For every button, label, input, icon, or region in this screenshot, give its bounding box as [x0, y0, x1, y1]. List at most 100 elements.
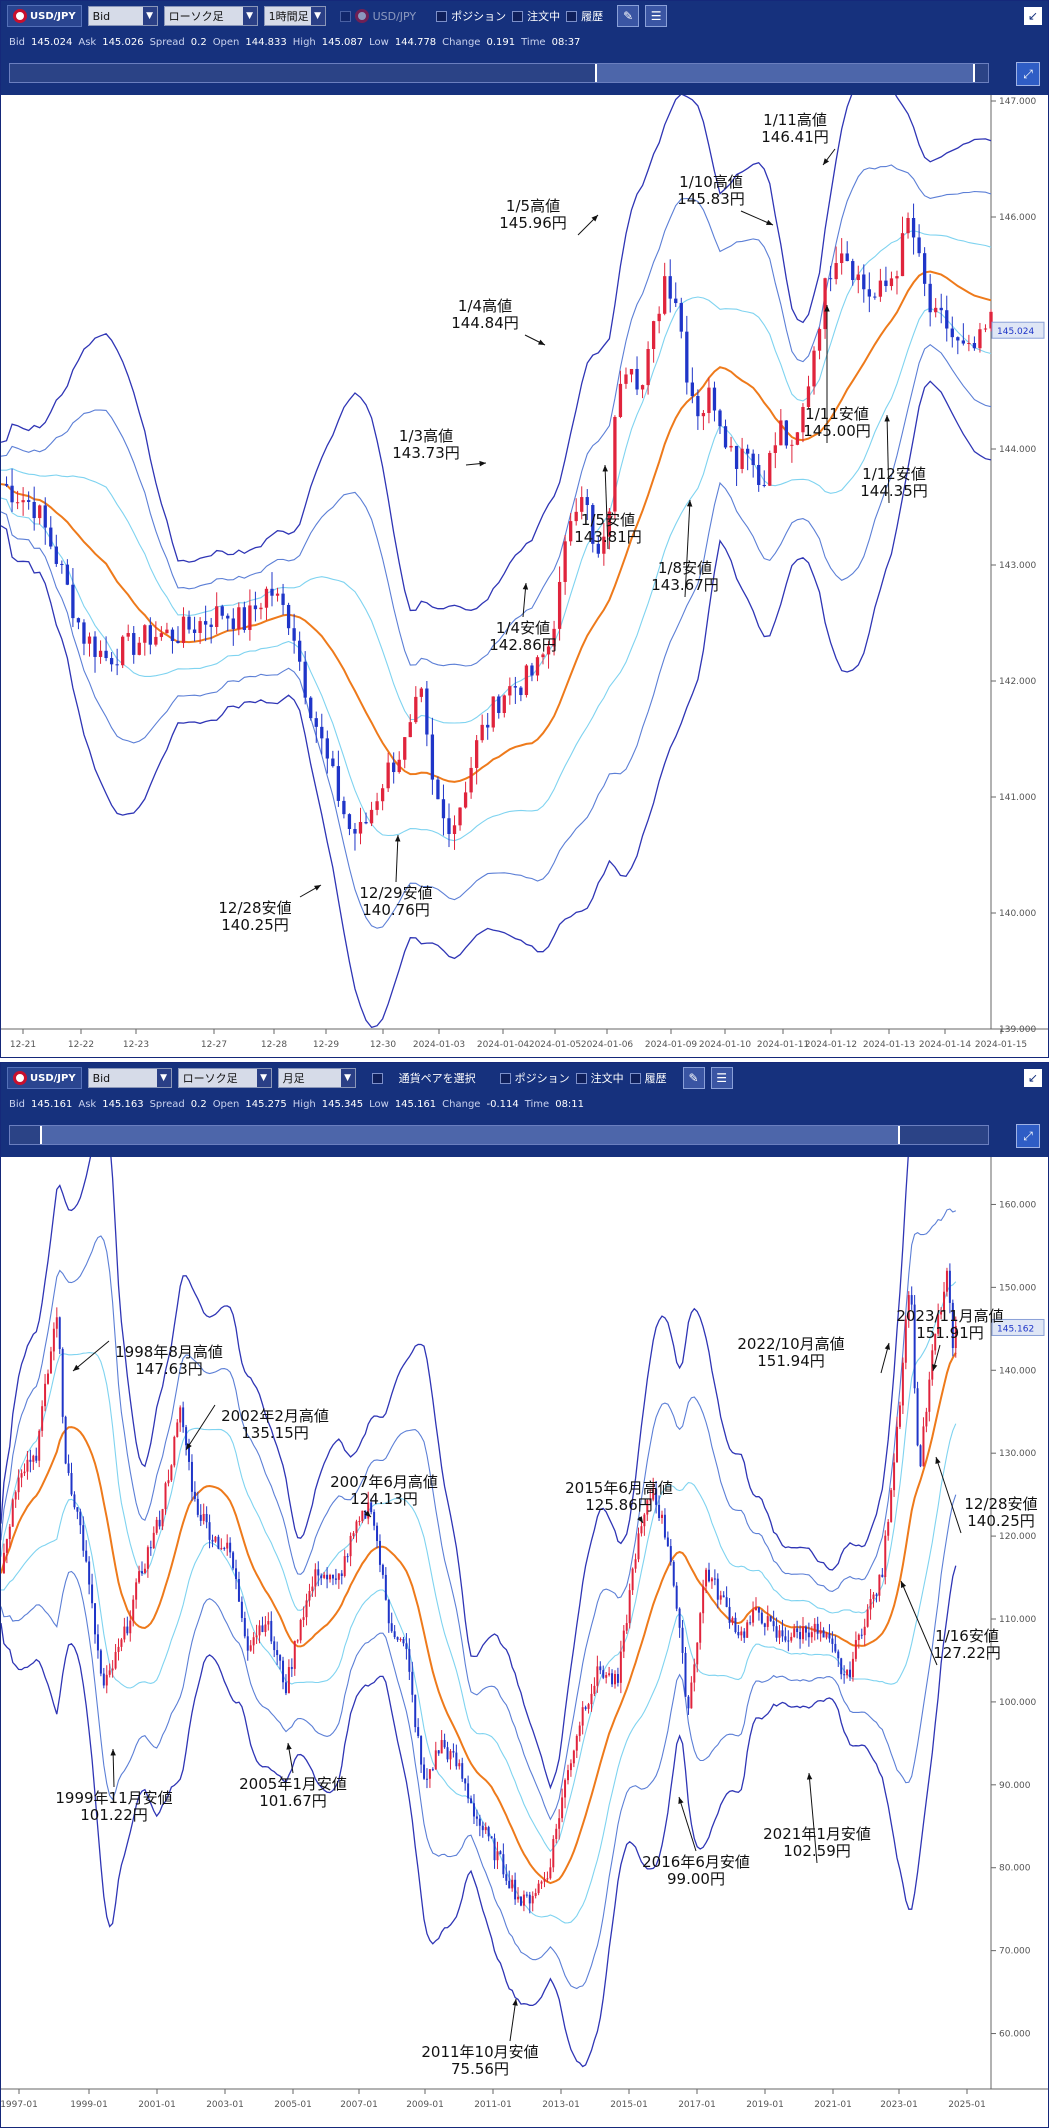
candle-body — [126, 1626, 129, 1634]
collapse-icon[interactable]: ↙ — [1024, 7, 1042, 25]
candle-body — [132, 1599, 135, 1621]
candle-body — [781, 1630, 784, 1637]
chart-type-select[interactable]: ローソク足 ▼ — [163, 6, 258, 26]
expand-icon[interactable]: ⤢ — [1016, 62, 1040, 86]
candle-body — [898, 1405, 901, 1427]
candle-body — [846, 1669, 849, 1676]
candle-body — [99, 1650, 102, 1674]
candle-body — [176, 640, 180, 644]
candle-body — [640, 385, 645, 390]
open-label: Open — [212, 36, 240, 48]
navigator-range-handle[interactable] — [595, 64, 975, 82]
navigator-scrollbar[interactable] — [9, 1125, 989, 1145]
currency-flag-icon — [354, 9, 369, 23]
candle-body — [108, 1670, 111, 1675]
price-type-select[interactable]: Bid ▼ — [87, 6, 158, 26]
order-checkbox[interactable]: 注文中 — [575, 1070, 624, 1086]
candle-body — [358, 1521, 361, 1523]
candle-body — [287, 1667, 290, 1694]
annotation-value: 140.25円 — [221, 916, 289, 934]
candle-body — [740, 1631, 743, 1636]
navigator-scrollbar[interactable] — [9, 63, 989, 83]
candle-body — [284, 1682, 287, 1694]
candle-body — [375, 801, 379, 810]
annotation-label: 2007年6月高値 — [330, 1473, 438, 1491]
draw-tool-icon[interactable]: ✎ — [617, 5, 640, 27]
timeframe-select[interactable]: 1時間足 ▼ — [263, 6, 326, 26]
candle-body — [349, 1535, 352, 1557]
candle-body — [458, 1763, 461, 1767]
settings-list-icon[interactable]: ☰ — [645, 5, 668, 27]
candle-body — [337, 1573, 340, 1580]
chart-type-select[interactable]: ローソク足 ▼ — [177, 1068, 272, 1088]
y-tick-label: 120.000 — [999, 1532, 1036, 1542]
candle-body — [679, 303, 683, 332]
compare-pair-selector[interactable]: USD/JPY — [339, 9, 416, 23]
annotation-arrow-head — [823, 158, 830, 165]
navigator-range-handle[interactable] — [40, 1126, 900, 1144]
pair-selector[interactable]: USD/JPY — [7, 5, 82, 27]
position-checkbox[interactable]: ポジション — [499, 1070, 570, 1086]
chevron-down-icon: ▼ — [242, 7, 257, 25]
candle-body — [793, 1628, 796, 1637]
candle-body — [132, 633, 136, 655]
history-checkbox[interactable]: 履歴 — [629, 1070, 667, 1086]
candle-body — [889, 278, 894, 287]
x-tick-label: 2021-01 — [814, 2100, 852, 2110]
candle-body — [381, 1564, 384, 1575]
toolbar: USD/JPY Bid ▼ ローソク足 ▼ 月足 ▼ 通貨ペアを選択 ポジション 注文… — [1, 1063, 1048, 1093]
candle-body — [282, 1660, 285, 1683]
annotation-label: 12/29安値 — [359, 884, 432, 902]
candle-body — [712, 387, 717, 411]
candle-body — [624, 374, 628, 384]
draw-tool-icon[interactable]: ✎ — [682, 1067, 705, 1089]
low-value: 145.161 — [394, 1098, 437, 1110]
y-tick-label: 160.000 — [999, 1200, 1036, 1210]
candle-body — [299, 1619, 302, 1641]
candle-body — [47, 1373, 50, 1384]
candle-body — [167, 1480, 170, 1484]
current-price-label: 145.024 — [997, 327, 1034, 337]
candle-body — [96, 1634, 99, 1651]
candle-body — [616, 1674, 619, 1683]
order-checkbox[interactable]: 注文中 — [512, 8, 560, 24]
open-value: 144.833 — [245, 36, 287, 48]
pair-selector[interactable]: USD/JPY — [7, 1067, 82, 1089]
open-value: 145.275 — [245, 1098, 287, 1110]
candle-body — [65, 564, 70, 585]
price-type-select[interactable]: Bid ▼ — [87, 1068, 172, 1088]
high-label: High — [292, 36, 316, 48]
candle-body — [681, 1627, 684, 1653]
candle-body — [434, 1750, 437, 1770]
navigator-bar: ⤢ — [1, 53, 1048, 95]
candle-body — [534, 1893, 537, 1896]
candle-body — [146, 1547, 149, 1569]
candle-body — [972, 343, 977, 349]
candle-body — [945, 310, 949, 329]
position-checkbox[interactable]: ポジション — [436, 8, 506, 24]
candle-body — [725, 1597, 728, 1607]
timeframe-select[interactable]: 月足 ▼ — [277, 1068, 356, 1088]
candle-body — [608, 1673, 611, 1676]
candle-body — [950, 328, 954, 338]
settings-list-icon[interactable]: ☰ — [710, 1067, 733, 1089]
candle-body — [685, 331, 689, 383]
candle-body — [29, 1459, 32, 1462]
candle-body — [258, 1625, 261, 1636]
candle-body — [961, 340, 965, 344]
collapse-icon[interactable]: ↙ — [1024, 1069, 1042, 1087]
expand-icon[interactable]: ⤢ — [1016, 1124, 1040, 1148]
candle-body — [825, 1633, 828, 1638]
candle-body — [76, 1507, 79, 1512]
annotation-value: 144.35円 — [860, 482, 928, 500]
candle-body — [508, 686, 512, 696]
x-tick-label: 2024-01-14 — [919, 1040, 972, 1050]
select-pair-checkbox[interactable]: 通貨ペアを選択 — [371, 1070, 476, 1086]
candle-body — [232, 1552, 235, 1569]
candle-body — [881, 1574, 884, 1578]
candle-body — [816, 1623, 819, 1634]
checkbox-box — [566, 10, 578, 22]
history-checkbox[interactable]: 履歴 — [566, 8, 603, 24]
annotation-label: 1999年11月安値 — [55, 1789, 172, 1807]
candle-body — [728, 1606, 731, 1623]
